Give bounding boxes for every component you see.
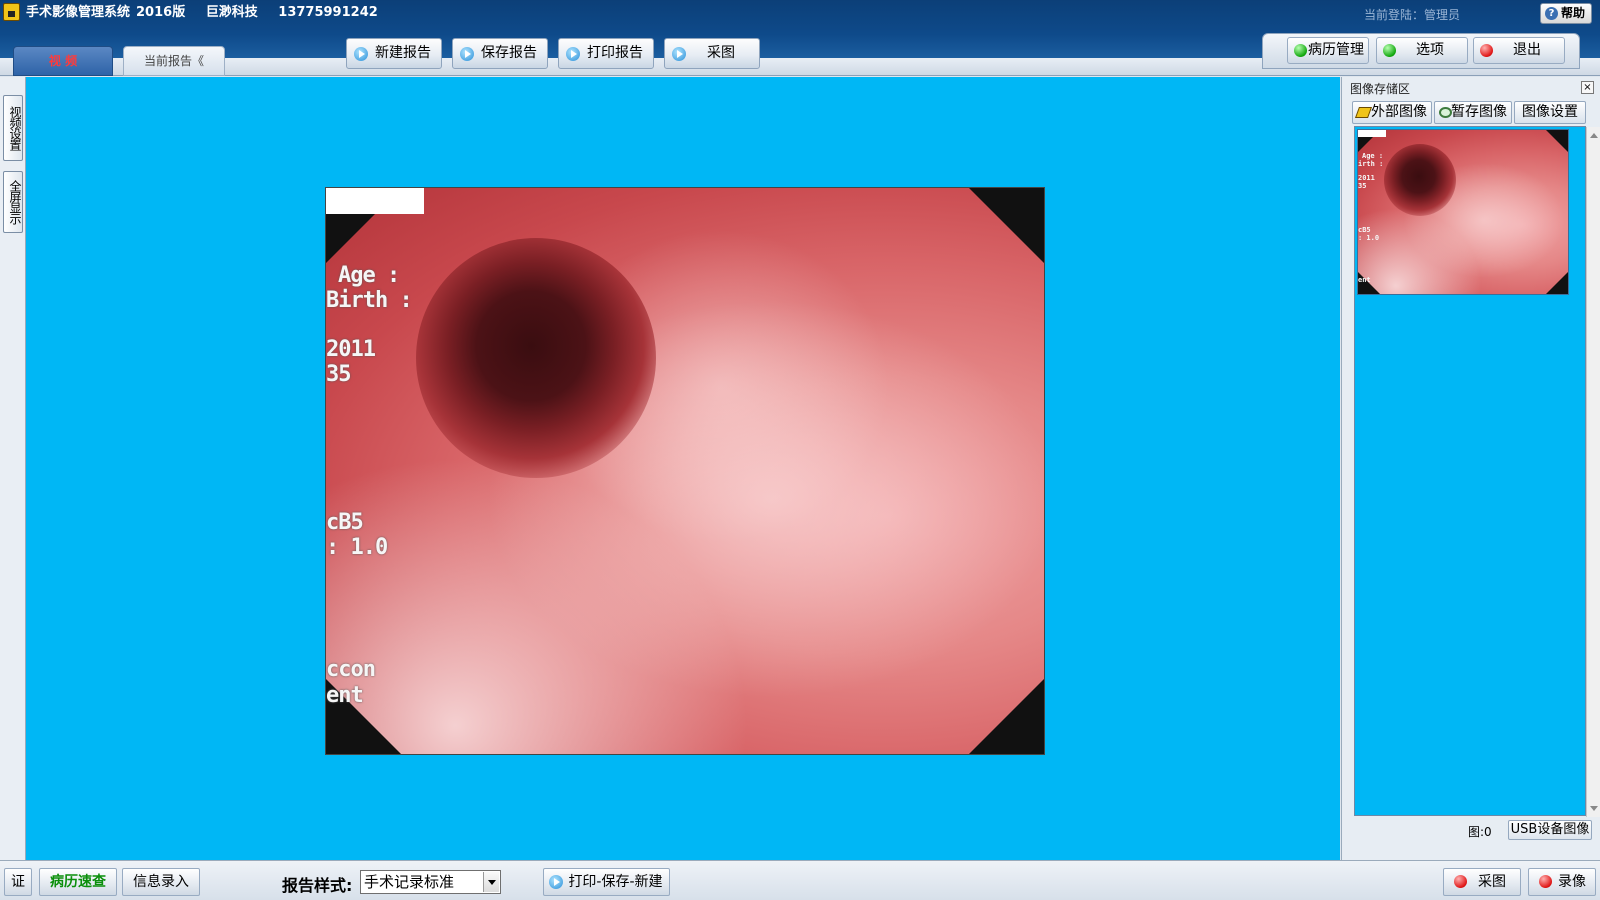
company-phone: 13775991242 <box>278 5 378 20</box>
history-quick-search-button[interactable]: 病历速查 <box>39 868 117 896</box>
image-count: 图:0 <box>1468 825 1492 839</box>
record-video-button[interactable]: 录像 <box>1528 868 1596 896</box>
thumb-overlay-number: 35 <box>1358 182 1367 190</box>
tab-external-label: 外部图像 <box>1371 104 1427 120</box>
thumb-overlay-ratio: : 1.0 <box>1358 234 1380 242</box>
tab-temp-label: 暂存图像 <box>1451 104 1507 120</box>
red-status-icon <box>1480 44 1493 57</box>
help-label: 帮助 <box>1560 6 1585 20</box>
red-record-icon <box>1454 875 1467 888</box>
capture-image-button[interactable]: 采图 <box>664 38 760 69</box>
lumen-shape <box>416 238 656 478</box>
tab-external-images[interactable]: 外部图像 <box>1352 101 1432 124</box>
overlay-year: 2011 <box>326 337 376 362</box>
help-button[interactable]: ? 帮助 <box>1540 3 1592 24</box>
records-management-button[interactable]: 病历管理 <box>1287 37 1369 64</box>
image-storage-panel: 图像存储区 × 外部图像 暂存图像 图像设置 Age : irth : 2011… <box>1341 77 1600 860</box>
app-title: 手术影像管理系统 2016版 巨渺科技 13775991242 <box>26 3 394 23</box>
tab-current-report[interactable]: 当前报告《 <box>123 46 225 76</box>
capture-bottom-button[interactable]: 采图 <box>1443 868 1521 896</box>
records-label: 病历管理 <box>1308 42 1364 58</box>
tab-video[interactable]: 视 频 <box>13 46 113 76</box>
new-report-label: 新建报告 <box>375 45 431 61</box>
capture-bottom-label: 采图 <box>1478 874 1506 890</box>
title-bar: 手术影像管理系统 2016版 巨渺科技 13775991242 当前登陆：管理员 … <box>0 0 1600 76</box>
thumb-overlay-ent: ent <box>1358 276 1371 284</box>
thumb-overlay-year: 2011 <box>1358 174 1375 182</box>
arrow-right-icon <box>672 47 686 61</box>
external-image-icon <box>1354 107 1373 118</box>
green-status-icon <box>1383 44 1396 57</box>
arrow-right-icon <box>566 47 580 61</box>
overlay-con: ccon <box>326 657 376 682</box>
help-question-icon: ? <box>1545 7 1558 20</box>
green-status-icon <box>1294 44 1307 57</box>
print-report-button[interactable]: 打印报告 <box>558 38 654 69</box>
save-report-button[interactable]: 保存报告 <box>452 38 548 69</box>
overlay-age: Age : <box>338 263 400 288</box>
print-report-label: 打印报告 <box>587 45 643 61</box>
app-lock-icon <box>3 3 20 21</box>
exit-label: 退出 <box>1513 42 1541 58</box>
overlay-ratio: : 1.0 <box>326 535 388 560</box>
report-style-value: 手术记录标准 <box>364 873 455 891</box>
chevron-down-icon[interactable] <box>483 872 499 892</box>
scroll-up-icon[interactable] <box>1590 133 1598 138</box>
options-button[interactable]: 选项 <box>1376 37 1468 64</box>
report-style-label: 报告样式: <box>282 876 353 895</box>
info-entry-button[interactable]: 信息录入 <box>122 868 200 896</box>
close-icon[interactable]: × <box>1581 81 1594 94</box>
usb-device-images-button[interactable]: USB设备图像 <box>1508 820 1592 840</box>
record-label: 录像 <box>1558 874 1586 890</box>
capture-label: 采图 <box>707 45 735 61</box>
video-preview-area[interactable]: Age : Birth : 2011 35 cB5 : 1.0 ccon ent <box>26 77 1340 860</box>
scroll-down-icon[interactable] <box>1590 806 1598 811</box>
overlay-number: 35 <box>326 362 351 387</box>
bottom-bar: 证 病历速查 信息录入 报告样式: 手术记录标准 打印-保存-新建 采图 录像 <box>0 860 1600 900</box>
thumb-overlay-birth: irth : <box>1358 160 1384 168</box>
login-info: 当前登陆：管理员 <box>1363 8 1460 22</box>
thumbnail-scrollbar[interactable] <box>1586 127 1600 817</box>
fullscreen-tab[interactable]: 全屏显示 <box>3 171 23 233</box>
arrow-right-icon <box>460 47 474 61</box>
red-record-icon <box>1539 875 1552 888</box>
tab-temp-images[interactable]: 暂存图像 <box>1434 101 1512 124</box>
thumb-overlay-age: Age : <box>1362 152 1384 160</box>
new-report-button[interactable]: 新建报告 <box>346 38 442 69</box>
overlay-ent: ent <box>326 683 364 708</box>
thumb-overlay-cb: cB5 <box>1358 226 1371 234</box>
panel-title: 图像存储区 <box>1350 82 1411 96</box>
tab-image-settings[interactable]: 图像设置 <box>1514 101 1586 124</box>
video-settings-tab[interactable]: 视频设置 <box>3 95 23 161</box>
options-label: 选项 <box>1416 42 1444 58</box>
endoscope-video-frame: Age : Birth : 2011 35 cB5 : 1.0 ccon ent <box>325 187 1045 755</box>
overlay-birth: Birth : <box>326 288 413 313</box>
app-version: 2016版 <box>136 5 186 20</box>
thumbnail-list[interactable]: Age : irth : 2011 35 cB5 : 1.0 ent <box>1354 126 1600 817</box>
save-report-label: 保存报告 <box>481 45 537 61</box>
overlay-label-box <box>326 188 424 214</box>
thumbnail-image[interactable]: Age : irth : 2011 35 cB5 : 1.0 ent <box>1357 129 1569 295</box>
temp-image-icon <box>1439 107 1452 118</box>
app-name: 手术影像管理系统 <box>26 5 131 20</box>
print-save-new-button[interactable]: 打印-保存-新建 <box>543 868 670 896</box>
report-style-select[interactable]: 手术记录标准 <box>360 870 501 894</box>
exit-button[interactable]: 退出 <box>1473 37 1565 64</box>
certificate-button[interactable]: 证 <box>4 868 32 896</box>
arrow-right-icon <box>354 47 368 61</box>
left-side-strip: 视频设置 全屏显示 <box>0 77 26 860</box>
print-save-new-label: 打印-保存-新建 <box>568 874 663 890</box>
overlay-cb: cB5 <box>326 510 364 535</box>
company-name: 巨渺科技 <box>205 5 258 20</box>
arrow-right-icon <box>549 875 563 889</box>
